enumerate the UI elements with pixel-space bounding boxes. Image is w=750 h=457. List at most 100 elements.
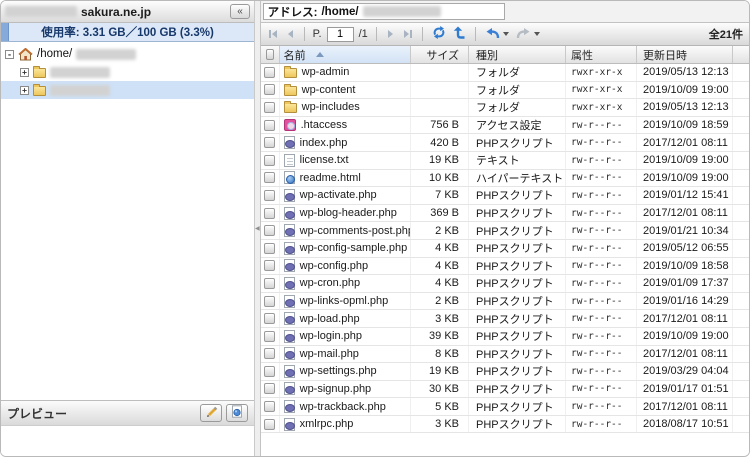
row-checkbox[interactable] [264,102,275,113]
toolbar-separator [304,27,305,41]
file-manager-window: sakura.ne.jp « 使用率: 3.31 GB／100 GB (3.3%… [0,0,750,457]
edit-file-button[interactable] [200,404,222,422]
up-directory-button[interactable] [452,26,467,42]
row-checkbox[interactable] [264,401,275,412]
table-row[interactable]: wp-load.php 3 KB PHPスクリプト rw-r--r-- 2017… [261,310,749,328]
table-row[interactable]: xmlrpc.php 3 KB PHPスクリプト rw-r--r-- 2018/… [261,416,749,434]
table-row[interactable]: wp-login.php 39 KB PHPスクリプト rw-r--r-- 20… [261,328,749,346]
row-checkbox[interactable] [264,348,275,359]
tree-folder-item[interactable]: + [1,63,254,81]
row-checkbox[interactable] [264,331,275,342]
row-checkbox[interactable] [264,172,275,183]
row-checkbox[interactable] [264,260,275,271]
table-row[interactable]: wp-comments-post.php 2 KB PHPスクリプト rw-r-… [261,222,749,240]
row-checkbox[interactable] [264,84,275,95]
row-checkbox[interactable] [264,366,275,377]
row-checkbox[interactable] [264,155,275,166]
refresh-icon [432,26,446,42]
file-permissions: rw-r--r-- [566,293,637,310]
table-row[interactable]: wp-includes フォルダ rwxr-xr-x 2019/05/13 12… [261,99,749,117]
file-permissions: rw-r--r-- [566,170,637,187]
file-modified: 2019/01/09 17:37 [637,275,733,292]
file-name: wp-trackback.php [300,401,386,413]
file-modified: 2019/10/09 18:58 [637,258,733,275]
row-checkbox[interactable] [264,419,275,430]
table-row[interactable]: wp-settings.php 19 KB PHPスクリプト rw-r--r--… [261,363,749,381]
table-row[interactable]: wp-admin フォルダ rwxr-xr-x 2019/05/13 12:13 [261,64,749,82]
file-modified: 2017/12/01 08:11 [637,398,733,415]
table-row[interactable]: wp-signup.php 30 KB PHPスクリプト rw-r--r-- 2… [261,381,749,399]
table-row[interactable]: wp-config.php 4 KB PHPスクリプト rw-r--r-- 20… [261,258,749,276]
file-permissions: rw-r--r-- [566,205,637,222]
file-name: license.txt [300,154,349,166]
panel-splitter[interactable]: ◀ [254,1,261,456]
file-size: 10 KB [411,170,469,187]
column-header-type[interactable]: 種別 [469,46,566,63]
redo-button[interactable] [515,27,541,42]
table-row[interactable]: readme.html 10 KB ハイパーテキスト rw-r--r-- 201… [261,170,749,188]
row-checkbox[interactable] [264,296,275,307]
file-modified: 2019/05/12 06:55 [637,240,733,257]
undo-button[interactable] [484,27,510,42]
file-name: wp-activate.php [300,189,377,201]
preview-title: プレビュー [7,405,67,422]
sidebar-header: sakura.ne.jp « [1,1,254,23]
file-size: 2 KB [411,293,469,310]
table-row[interactable]: wp-config-sample.php 4 KB PHPスクリプト rw-r-… [261,240,749,258]
row-checkbox[interactable] [264,243,275,254]
row-checkbox[interactable] [264,208,275,219]
table-row[interactable]: wp-mail.php 8 KB PHPスクリプト rw-r--r-- 2017… [261,346,749,364]
file-type: フォルダ [469,99,566,116]
row-checkbox[interactable] [264,67,275,78]
table-row[interactable]: wp-links-opml.php 2 KB PHPスクリプト rw-r--r-… [261,293,749,311]
collapse-expander-icon[interactable]: - [5,50,14,59]
file-permissions: rw-r--r-- [566,381,637,398]
tree-folder-item[interactable]: + [1,81,254,99]
row-checkbox[interactable] [264,225,275,236]
file-type: PHPスクリプト [469,381,566,398]
table-row[interactable]: wp-blog-header.php 369 B PHPスクリプト rw-r--… [261,205,749,223]
table-row[interactable]: .htaccess 756 B アクセス設定 rw-r--r-- 2019/10… [261,117,749,135]
prev-page-button[interactable] [285,27,296,42]
next-page-button[interactable] [385,27,396,42]
disk-usage-bar: 使用率: 3.31 GB／100 GB (3.3%) [1,23,254,42]
row-checkbox[interactable] [264,313,275,324]
row-checkbox[interactable] [264,120,275,131]
expand-expander-icon[interactable]: + [20,68,29,77]
table-row[interactable]: wp-activate.php 7 KB PHPスクリプト rw-r--r-- … [261,187,749,205]
column-header-name[interactable]: 名前 [280,46,411,63]
file-size [411,82,469,99]
table-row[interactable]: index.php 420 B PHPスクリプト rw-r--r-- 2017/… [261,134,749,152]
row-checkbox[interactable] [264,190,275,201]
file-permissions: rw-r--r-- [566,275,637,292]
undo-icon [485,27,500,42]
file-size: 420 B [411,134,469,151]
table-row[interactable]: wp-content フォルダ rwxr-xr-x 2019/10/09 19:… [261,82,749,100]
refresh-button[interactable] [431,26,447,42]
select-all-checkbox[interactable] [266,49,274,60]
toolbar-separator [376,27,377,41]
toolbar-separator [475,27,476,41]
expand-expander-icon[interactable]: + [20,86,29,95]
first-page-button[interactable] [267,27,280,42]
file-table-header: 名前 サイズ 種別 属性 更新日時 [261,46,749,64]
table-row[interactable]: license.txt 19 KB テキスト rw-r--r-- 2019/10… [261,152,749,170]
file-size: 5 KB [411,398,469,415]
page-number-input[interactable] [327,27,354,42]
table-row[interactable]: wp-trackback.php 5 KB PHPスクリプト rw-r--r--… [261,398,749,416]
row-checkbox[interactable] [264,383,275,394]
row-checkbox[interactable] [264,278,275,289]
file-name: wp-config-sample.php [300,242,408,254]
column-header-attr[interactable]: 属性 [566,46,637,63]
sidebar-collapse-button[interactable]: « [230,4,250,19]
tree-root-home[interactable]: - /home/ [1,45,254,63]
table-row[interactable]: wp-cron.php 4 KB PHPスクリプト rw-r--r-- 2019… [261,275,749,293]
column-header-size[interactable]: サイズ [411,46,469,63]
address-input[interactable]: アドレス: /home/ [263,3,505,20]
row-checkbox[interactable] [264,137,275,148]
redacted-folder-name [50,67,110,78]
column-header-modified[interactable]: 更新日時 [637,46,733,63]
last-page-button[interactable] [401,27,414,42]
php-icon [284,400,295,413]
view-in-browser-button[interactable] [226,404,248,422]
